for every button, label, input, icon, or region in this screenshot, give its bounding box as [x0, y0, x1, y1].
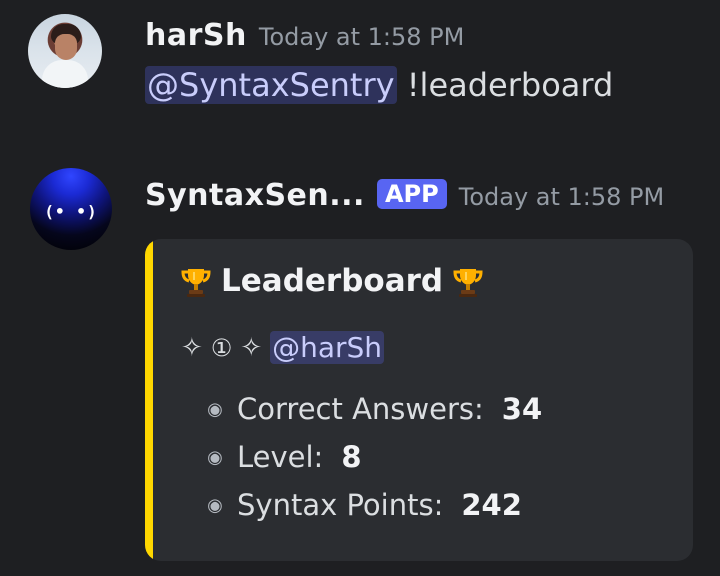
user-avatar[interactable] [28, 14, 102, 88]
stat-label: Syntax Points: [237, 488, 444, 522]
message-header: harSh Today at 1:58 PM [145, 18, 464, 56]
author-name[interactable]: SyntaxSen... [145, 178, 365, 213]
mention-syntaxsentry[interactable]: @SyntaxSentry [145, 66, 397, 104]
message-user-harsh: harSh Today at 1:58 PM @SyntaxSentry !le… [0, 0, 720, 150]
stat-label: Correct Answers: [237, 392, 484, 426]
app-badge: APP [376, 179, 447, 209]
bullet-icon: ◉ [207, 446, 223, 468]
trophy-icon [179, 265, 213, 299]
stat-syntax-points: ◉ Syntax Points: 242 [205, 481, 675, 529]
leaderboard-stats: ◉ Correct Answers: 34 ◉ Level: 8 ◉ Synta… [205, 385, 675, 529]
message-header: SyntaxSen... APP Today at 1:58 PM [145, 178, 664, 216]
stat-label: Level: [237, 440, 324, 474]
message-text: !leaderboard [406, 66, 614, 104]
stat-value: 8 [341, 440, 362, 474]
bullet-icon: ◉ [207, 398, 223, 420]
leaderboard-embed: Leaderboard ✧ ① ✧ @harSh ◉ Correct Answe… [145, 239, 693, 561]
sparkle-icon: ✧ [240, 332, 263, 363]
embed-accent-bar [145, 239, 153, 561]
stat-level: ◉ Level: 8 [205, 433, 675, 481]
message-content: @SyntaxSentry !leaderboard [145, 66, 613, 104]
stat-value: 34 [501, 392, 543, 426]
embed-title-text: Leaderboard [221, 263, 444, 299]
bot-avatar[interactable]: (• •) [30, 168, 112, 250]
author-name[interactable]: harSh [145, 18, 247, 53]
rank-number: ① [210, 333, 233, 362]
embed-title: Leaderboard [179, 263, 485, 299]
bullet-icon: ◉ [207, 494, 223, 516]
message-bot-syntaxsentry: (• •) SyntaxSen... APP Today at 1:58 PM … [0, 160, 720, 576]
avatar-face [55, 34, 77, 60]
stat-value: 242 [461, 488, 522, 522]
avatar-shirt [42, 60, 88, 88]
message-timestamp: Today at 1:58 PM [458, 183, 665, 211]
mention-harsh[interactable]: @harSh [270, 331, 385, 364]
stat-correct-answers: ◉ Correct Answers: 34 [205, 385, 675, 433]
message-timestamp: Today at 1:58 PM [258, 23, 465, 51]
bot-face-icon: (• •) [44, 202, 98, 221]
trophy-icon [451, 265, 485, 299]
sparkle-icon: ✧ [181, 332, 203, 363]
leaderboard-rank-line: ✧ ① ✧ @harSh [181, 331, 385, 364]
